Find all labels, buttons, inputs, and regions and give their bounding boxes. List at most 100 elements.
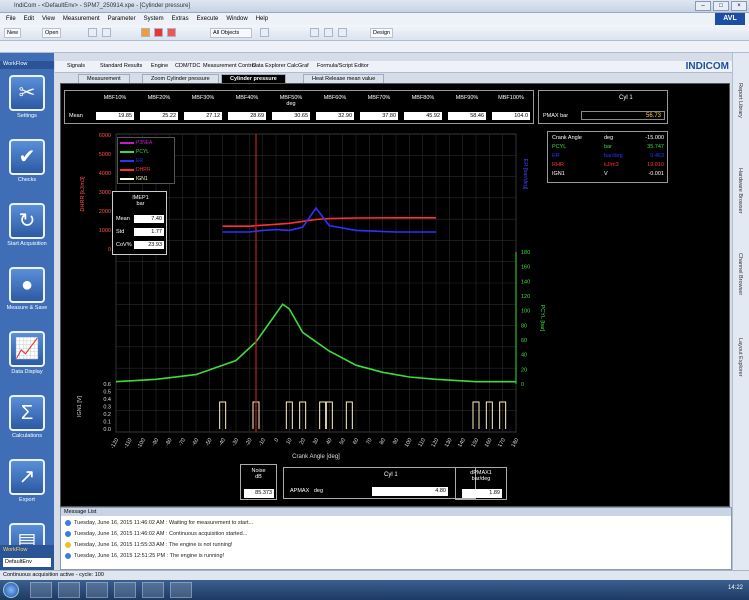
dpmax-panel: dPMAX1 bar/deg 1.89 [455, 467, 507, 500]
imep-row-label: Mean [116, 216, 130, 222]
acquisition-icon: ↻ [9, 203, 45, 239]
stop-icon[interactable] [154, 28, 163, 37]
subtoolbar-standard-results[interactable]: Standard Results [100, 63, 142, 69]
dock-tab-3[interactable]: Layout Explorer [737, 338, 743, 377]
main-toolbar: New Open All Objects Design [0, 25, 749, 41]
mbf-value: 37.80 [360, 112, 398, 120]
message-list[interactable]: Message List Tuesday, June 16, 2015 11:4… [60, 507, 732, 570]
pen-icon[interactable] [260, 28, 269, 37]
menu-execute[interactable]: Execute [197, 16, 219, 22]
x-tick-label: -10 [258, 438, 267, 448]
subtoolbar-calcgraf[interactable]: CalcGraf [287, 63, 309, 69]
ign-tick-label: 0.2 [103, 412, 111, 418]
status-bar: Continuous acquisition active - cycle: 1… [0, 570, 749, 580]
message-row[interactable]: Tuesday, June 16, 2015 11:55:33 AM : The… [65, 542, 233, 548]
tab-heat-release-mean-value[interactable]: Heat Release mean value [303, 74, 385, 83]
workflow-item-label: Export [19, 497, 35, 503]
menu-file[interactable]: File [6, 16, 16, 22]
grid-icon[interactable] [324, 28, 333, 37]
taskbar-app[interactable] [142, 582, 164, 598]
mbf-value: 28.69 [228, 112, 266, 120]
menu-extras[interactable]: Extras [172, 16, 189, 22]
menu-window[interactable]: Window [226, 16, 247, 22]
menu-view[interactable]: View [42, 16, 55, 22]
workflow-item-checks[interactable]: ✔ Checks [4, 139, 50, 209]
mbf-value: 104.0 [492, 112, 530, 120]
dock-tab-2[interactable]: Channel Browser [737, 253, 743, 295]
x-tick-label: -110 [123, 438, 134, 450]
mbf-value: 25.22 [140, 112, 178, 120]
message-text: Tuesday, June 16, 2015 11:46:02 AM : Wai… [74, 520, 254, 526]
workflow-item-data-display[interactable]: 📈 Data Display [4, 331, 50, 401]
taskbar-app[interactable] [114, 582, 136, 598]
minimize-button[interactable]: – [695, 1, 711, 11]
menu-measurement[interactable]: Measurement [63, 16, 100, 22]
taskbar-app[interactable] [58, 582, 80, 598]
workflow-item-settings[interactable]: ✂ Settings [4, 75, 50, 145]
tab-measurement[interactable]: Measurement [78, 74, 130, 83]
mbf-header: MBF60% [323, 95, 347, 101]
workflow-item-calculations[interactable]: Σ Calculations [4, 395, 50, 465]
workflow-footer-label[interactable]: WorkFlow [3, 547, 27, 553]
subtoolbar-formula-script-editor[interactable]: Formula/Script Editor [317, 63, 369, 69]
taskbar-app[interactable] [86, 582, 108, 598]
design-button[interactable]: Design [370, 28, 394, 38]
tab-zoom-cylinder-pressure[interactable]: Zoom Cylinder pressure [142, 74, 219, 83]
ign-pulse [345, 401, 353, 429]
subtoolbar-engine[interactable]: Engine [151, 63, 168, 69]
noise-value: 85.373 [244, 489, 274, 498]
tab-cylinder-pressure[interactable]: Cylinder pressure [221, 74, 286, 83]
objects-select[interactable]: All Objects [210, 28, 252, 38]
pmax-panel: Cyl 1 PMAX bar 56.73 [538, 90, 668, 124]
taskbar-app[interactable] [30, 582, 52, 598]
workflow-item-start-acquisition[interactable]: ↻ Start Acquisition [4, 203, 50, 273]
menu-system[interactable]: System [144, 16, 164, 22]
message-row[interactable]: Tuesday, June 16, 2015 12:51:25 PM : The… [65, 553, 224, 559]
close-button[interactable]: × [731, 1, 747, 11]
ign-tick-label: 0.5 [103, 390, 111, 396]
subtoolbar-data-explorer[interactable]: Data Explorer [252, 63, 286, 69]
mbf-row-label: Mean [69, 113, 83, 119]
ign-tick-label: 0.3 [103, 405, 111, 411]
dhrr-tick-label: 0 [108, 247, 111, 253]
cursor-unit: V [604, 171, 608, 177]
environment-field[interactable]: DefaultEnv [3, 558, 51, 567]
record-icon[interactable] [141, 28, 150, 37]
x-tick-label: 130 [444, 438, 454, 449]
subtoolbar-cdm-tdc[interactable]: CDM/TDC [175, 63, 200, 69]
message-row[interactable]: Tuesday, June 16, 2015 11:46:02 AM : Wai… [65, 520, 253, 526]
table-icon[interactable] [338, 28, 347, 37]
menu-help[interactable]: Help [256, 16, 268, 22]
taskbar-app[interactable] [170, 582, 192, 598]
subtoolbar-signals[interactable]: Signals [67, 63, 85, 69]
print-icon[interactable] [102, 28, 111, 37]
ign-tick-label: 0.4 [103, 397, 111, 403]
legend-entry: ER [120, 158, 174, 164]
menu-edit[interactable]: Edit [24, 16, 34, 22]
start-button[interactable] [3, 582, 19, 598]
apmax-label: APMAX deg [290, 488, 324, 494]
mbf-header: MBF20% [147, 95, 171, 101]
dock-tab-1[interactable]: Hardware Browser [737, 168, 743, 214]
menu-parameter[interactable]: Parameter [108, 16, 136, 22]
cursor-row: IGN1 V -0.001 [552, 171, 666, 177]
message-text: Tuesday, June 16, 2015 12:51:25 PM : The… [74, 553, 225, 559]
message-text: Tuesday, June 16, 2015 11:46:02 AM : Con… [74, 531, 248, 537]
save-icon[interactable] [88, 28, 97, 37]
subtoolbar-measurement-control[interactable]: Measurement Control [203, 63, 256, 69]
x-tick-label: 10 [285, 438, 293, 446]
noise-label: Noise dB [251, 468, 266, 480]
avl-logo: AVL [715, 13, 745, 25]
x-tick-label: -70 [178, 438, 187, 448]
workflow-item-export[interactable]: ↗ Export [4, 459, 50, 529]
dock-tab-0[interactable]: Report Library [737, 83, 743, 118]
layout-icon[interactable] [310, 28, 319, 37]
pause-icon[interactable] [167, 28, 176, 37]
maximize-button[interactable]: □ [713, 1, 729, 11]
open-button[interactable]: Open [42, 28, 62, 38]
workflow-item-measure-save[interactable]: ● Measure & Save [4, 267, 50, 337]
pmax-label: PMAX bar [543, 113, 569, 119]
x-axis-label: Crank Angle [deg] [292, 454, 340, 460]
new-button[interactable]: New [4, 28, 22, 38]
message-row[interactable]: Tuesday, June 16, 2015 11:46:02 AM : Con… [65, 531, 247, 537]
